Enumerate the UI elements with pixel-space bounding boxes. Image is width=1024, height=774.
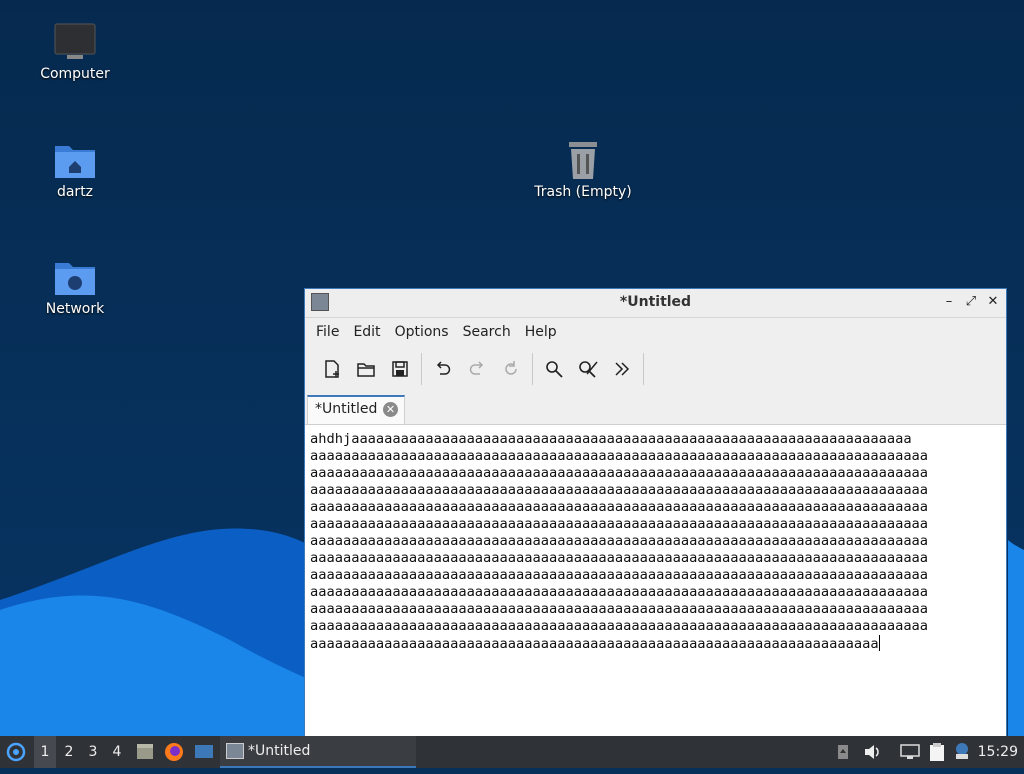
more-icon[interactable] bbox=[605, 352, 639, 386]
text-caret bbox=[878, 635, 880, 651]
window-titlebar[interactable]: *Untitled – ⤢ ✕ bbox=[305, 289, 1006, 318]
text-line: aaaaaaaaaaaaaaaaaaaaaaaaaaaaaaaaaaaaaaaa… bbox=[310, 636, 879, 652]
lxqt-logo-icon bbox=[6, 742, 26, 762]
text-line: aaaaaaaaaaaaaaaaaaaaaaaaaaaaaaaaaaaaaaaa… bbox=[310, 550, 929, 566]
desktop-icon-label: Trash (Empty) bbox=[534, 184, 632, 200]
desktop-icon-network[interactable]: Network bbox=[20, 257, 130, 317]
text-line: aaaaaaaaaaaaaaaaaaaaaaaaaaaaaaaaaaaaaaaa… bbox=[310, 618, 929, 634]
desktop-icon-dartz[interactable]: dartz bbox=[20, 140, 130, 200]
tab-close-icon[interactable]: ✕ bbox=[383, 402, 398, 417]
file-manager-icon bbox=[137, 744, 153, 759]
network-folder-icon bbox=[55, 263, 95, 295]
desktop-icon-label: dartz bbox=[56, 184, 94, 200]
workspace-4[interactable]: 4 bbox=[106, 736, 128, 768]
close-icon[interactable]: ✕ bbox=[984, 293, 1002, 311]
taskbar-window-label: *Untitled bbox=[248, 743, 311, 759]
text-line-last: aaaaaaaaaaaaaaaaaaaaaaaaaaaaaaaaaaaaaaaa… bbox=[310, 635, 1006, 653]
text-line: aaaaaaaaaaaaaaaaaaaaaaaaaaaaaaaaaaaaaaaa… bbox=[310, 567, 929, 583]
text-line: aaaaaaaaaaaaaaaaaaaaaaaaaaaaaaaaaaaaaaaa… bbox=[310, 533, 929, 549]
new-document-icon[interactable] bbox=[315, 352, 349, 386]
text-line: aaaaaaaaaaaaaaaaaaaaaaaaaaaaaaaaaaaaaaaa… bbox=[310, 448, 929, 464]
toolbar-separator bbox=[532, 353, 533, 385]
text-editor-area[interactable]: ahdhjaaaaaaaaaaaaaaaaaaaaaaaaaaaaaaaaaaa… bbox=[305, 425, 1006, 747]
workspace-3[interactable]: 3 bbox=[82, 736, 104, 768]
undo-icon[interactable] bbox=[426, 352, 460, 386]
menu-search[interactable]: Search bbox=[456, 318, 518, 346]
desktop-icon-label: Computer bbox=[40, 66, 110, 82]
taskbar: 1 2 3 4 *Untitled 15:29 bbox=[0, 736, 1024, 768]
open-folder-icon[interactable] bbox=[349, 352, 383, 386]
text-line: aaaaaaaaaaaaaaaaaaaaaaaaaaaaaaaaaaaaaaaa… bbox=[310, 482, 929, 498]
clock[interactable]: 15:29 bbox=[978, 736, 1018, 768]
tab-untitled[interactable]: *Untitled ✕ bbox=[307, 395, 405, 424]
desktop-icon-computer[interactable]: Computer bbox=[20, 22, 130, 82]
home-folder-icon bbox=[55, 146, 95, 178]
text-line: aaaaaaaaaaaaaaaaaaaaaaaaaaaaaaaaaaaaaaaa… bbox=[310, 584, 929, 600]
firefox-launcher[interactable] bbox=[162, 736, 186, 768]
find-replace-icon[interactable] bbox=[571, 352, 605, 386]
notification-icon[interactable] bbox=[952, 736, 972, 768]
minimize-icon[interactable]: – bbox=[940, 293, 958, 311]
desktop-icon-label: Network bbox=[45, 301, 105, 317]
text-line: aaaaaaaaaaaaaaaaaaaaaaaaaaaaaaaaaaaaaaaa… bbox=[310, 465, 929, 481]
workspace-2[interactable]: 2 bbox=[58, 736, 80, 768]
menubar: File Edit Options Search Help bbox=[305, 318, 1006, 346]
text-line: aaaaaaaaaaaaaaaaaaaaaaaaaaaaaaaaaaaaaaaa… bbox=[310, 601, 929, 617]
text-line: ahdhjaaaaaaaaaaaaaaaaaaaaaaaaaaaaaaaaaaa… bbox=[310, 431, 912, 447]
menu-edit[interactable]: Edit bbox=[346, 318, 387, 346]
reload-icon[interactable] bbox=[494, 352, 528, 386]
text-editor-window: *Untitled – ⤢ ✕ File Edit Options Search… bbox=[304, 288, 1007, 748]
tray-expand-icon[interactable] bbox=[834, 736, 852, 768]
window-title: *Untitled bbox=[619, 294, 692, 310]
text-editor-icon bbox=[226, 743, 244, 759]
toolbar-separator bbox=[421, 353, 422, 385]
clipboard-icon[interactable] bbox=[926, 736, 948, 768]
tab-bar: *Untitled ✕ bbox=[305, 392, 1006, 425]
desktop-icon bbox=[195, 745, 213, 758]
desktop-icon-trash[interactable]: Trash (Empty) bbox=[528, 140, 638, 200]
find-icon[interactable] bbox=[537, 352, 571, 386]
computer-icon bbox=[54, 23, 96, 59]
maximize-icon[interactable]: ⤢ bbox=[962, 293, 980, 311]
redo-icon[interactable] bbox=[460, 352, 494, 386]
file-manager-launcher[interactable] bbox=[134, 736, 156, 768]
start-menu-button[interactable] bbox=[4, 736, 28, 768]
toolbar bbox=[305, 346, 1006, 392]
save-icon[interactable] bbox=[383, 352, 417, 386]
show-desktop-button[interactable] bbox=[192, 736, 216, 768]
trash-icon bbox=[569, 142, 597, 179]
volume-icon[interactable] bbox=[862, 736, 882, 768]
taskbar-window-untitled[interactable]: *Untitled bbox=[220, 736, 416, 768]
tab-label: *Untitled bbox=[315, 401, 378, 417]
text-line: aaaaaaaaaaaaaaaaaaaaaaaaaaaaaaaaaaaaaaaa… bbox=[310, 499, 929, 515]
text-line: aaaaaaaaaaaaaaaaaaaaaaaaaaaaaaaaaaaaaaaa… bbox=[310, 516, 929, 532]
firefox-icon bbox=[165, 743, 183, 761]
menu-file[interactable]: File bbox=[309, 318, 346, 346]
menu-help[interactable]: Help bbox=[518, 318, 564, 346]
toolbar-separator bbox=[643, 353, 644, 385]
workspace-1[interactable]: 1 bbox=[34, 736, 56, 768]
menu-options[interactable]: Options bbox=[388, 318, 456, 346]
network-status-icon[interactable] bbox=[898, 736, 922, 768]
